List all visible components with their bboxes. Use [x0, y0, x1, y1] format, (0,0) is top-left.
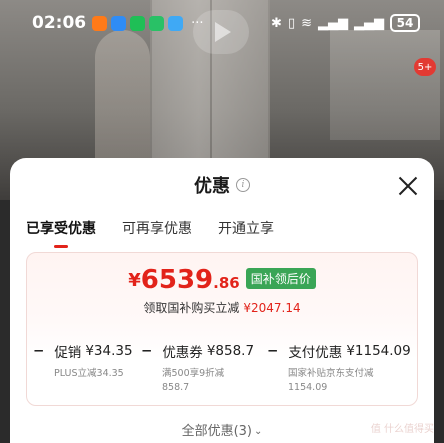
discount-detail-line: 1154.09	[288, 382, 328, 393]
background-window	[330, 30, 440, 140]
discount-detail-line: 满500享9折减	[162, 368, 225, 379]
tab-additional-offers[interactable]: 可再享优惠	[122, 218, 192, 238]
watermark: 值 什么值得买	[370, 424, 434, 435]
discount-detail: 满500享9折减 858.7	[162, 367, 267, 395]
discount-detail: PLUS立减34.35	[54, 367, 141, 381]
discount-label: 优惠券	[162, 345, 203, 361]
subsidy-amount: ¥2047.14	[243, 301, 301, 315]
price-integer: 6539	[140, 265, 214, 295]
more-notifications-indicator: ···	[191, 15, 204, 31]
final-price: ¥ 6539 .86 国补领后价	[27, 267, 417, 293]
info-icon[interactable]: i	[236, 178, 250, 192]
signal-icon: ▂▄▆	[318, 15, 348, 31]
signal-icon: ▂▄▆	[354, 15, 384, 31]
blue-arrow-icon	[111, 15, 127, 31]
discount-detail-line: 858.7	[162, 382, 190, 393]
subsidy-line: 领取国补购买立减 ¥2047.14	[27, 299, 417, 316]
offers-bottom-sheet: 优惠 i 已享受优惠 可再享优惠 开通立享 ¥ 6539 .86 国补领后价 领…	[10, 158, 434, 443]
discount-value: ¥858.7	[206, 343, 255, 359]
price-currency: ¥	[128, 270, 141, 291]
discount-value: ¥34.35	[85, 343, 133, 359]
taobao-icon	[92, 15, 108, 31]
battery-indicator: 54	[390, 14, 420, 32]
price-type-tag: 国补领后价	[245, 268, 316, 289]
notification-badge: 5+	[414, 58, 436, 76]
offer-tabs: 已享受优惠 可再享优惠 开通立享	[10, 212, 434, 248]
wifi-icon: ≋	[301, 15, 312, 31]
system-icons: ✱ ▯ ≋ ▂▄▆ ▂▄▆ 54	[271, 14, 420, 32]
tab-activate-offers[interactable]: 开通立享	[218, 218, 274, 238]
discount-label: 促销	[54, 345, 82, 361]
qq-icon	[168, 15, 184, 31]
minus-icon: −	[141, 343, 153, 359]
discount-detail-line: PLUS立减34.35	[54, 368, 124, 379]
minus-icon: −	[267, 343, 279, 359]
discount-item-promotion: − 促销 ¥34.35 PLUS立减34.35	[33, 341, 141, 395]
minus-icon: −	[33, 343, 45, 359]
status-time: 02:06	[32, 13, 87, 33]
tab-enjoyed-offers[interactable]: 已享受优惠	[26, 218, 96, 248]
sheet-title: 优惠	[194, 176, 230, 197]
bluetooth-icon: ✱	[271, 15, 282, 31]
background-person	[95, 30, 150, 170]
wechat-icon	[149, 15, 165, 31]
discount-detail-line: 国家补贴京东支付减	[288, 368, 374, 379]
discount-item-coupon: − 优惠券 ¥858.7 满500享9折减 858.7	[141, 341, 267, 395]
discount-detail: 国家补贴京东支付减 1154.09	[288, 367, 411, 395]
chevron-down-icon: ⌄	[254, 426, 263, 437]
discount-label: 支付优惠	[288, 345, 343, 361]
status-bar: 02:06 ··· ✱ ▯ ≋ ▂▄▆ ▂▄▆ 54	[0, 0, 444, 46]
vibrate-icon: ▯	[287, 15, 296, 31]
discount-value: ¥1154.09	[346, 343, 411, 359]
wechat-icon	[130, 15, 146, 31]
all-offers-label: 全部优惠(3)	[181, 424, 253, 439]
discount-item-payment: − 支付优惠 ¥1154.09 国家补贴京东支付减 1154.09	[267, 341, 411, 395]
price-decimal: .86	[213, 274, 240, 292]
close-icon[interactable]	[398, 176, 418, 196]
subsidy-label: 领取国补购买立减	[143, 301, 240, 315]
price-summary-card: ¥ 6539 .86 国补领后价 领取国补购买立减 ¥2047.14 − 促销 ¥…	[26, 252, 418, 406]
notification-app-icons: ···	[92, 15, 204, 31]
sheet-header: 优惠 i	[10, 158, 434, 212]
discount-breakdown: − 促销 ¥34.35 PLUS立减34.35 − 优惠券 ¥858.7 满50…	[27, 341, 417, 395]
